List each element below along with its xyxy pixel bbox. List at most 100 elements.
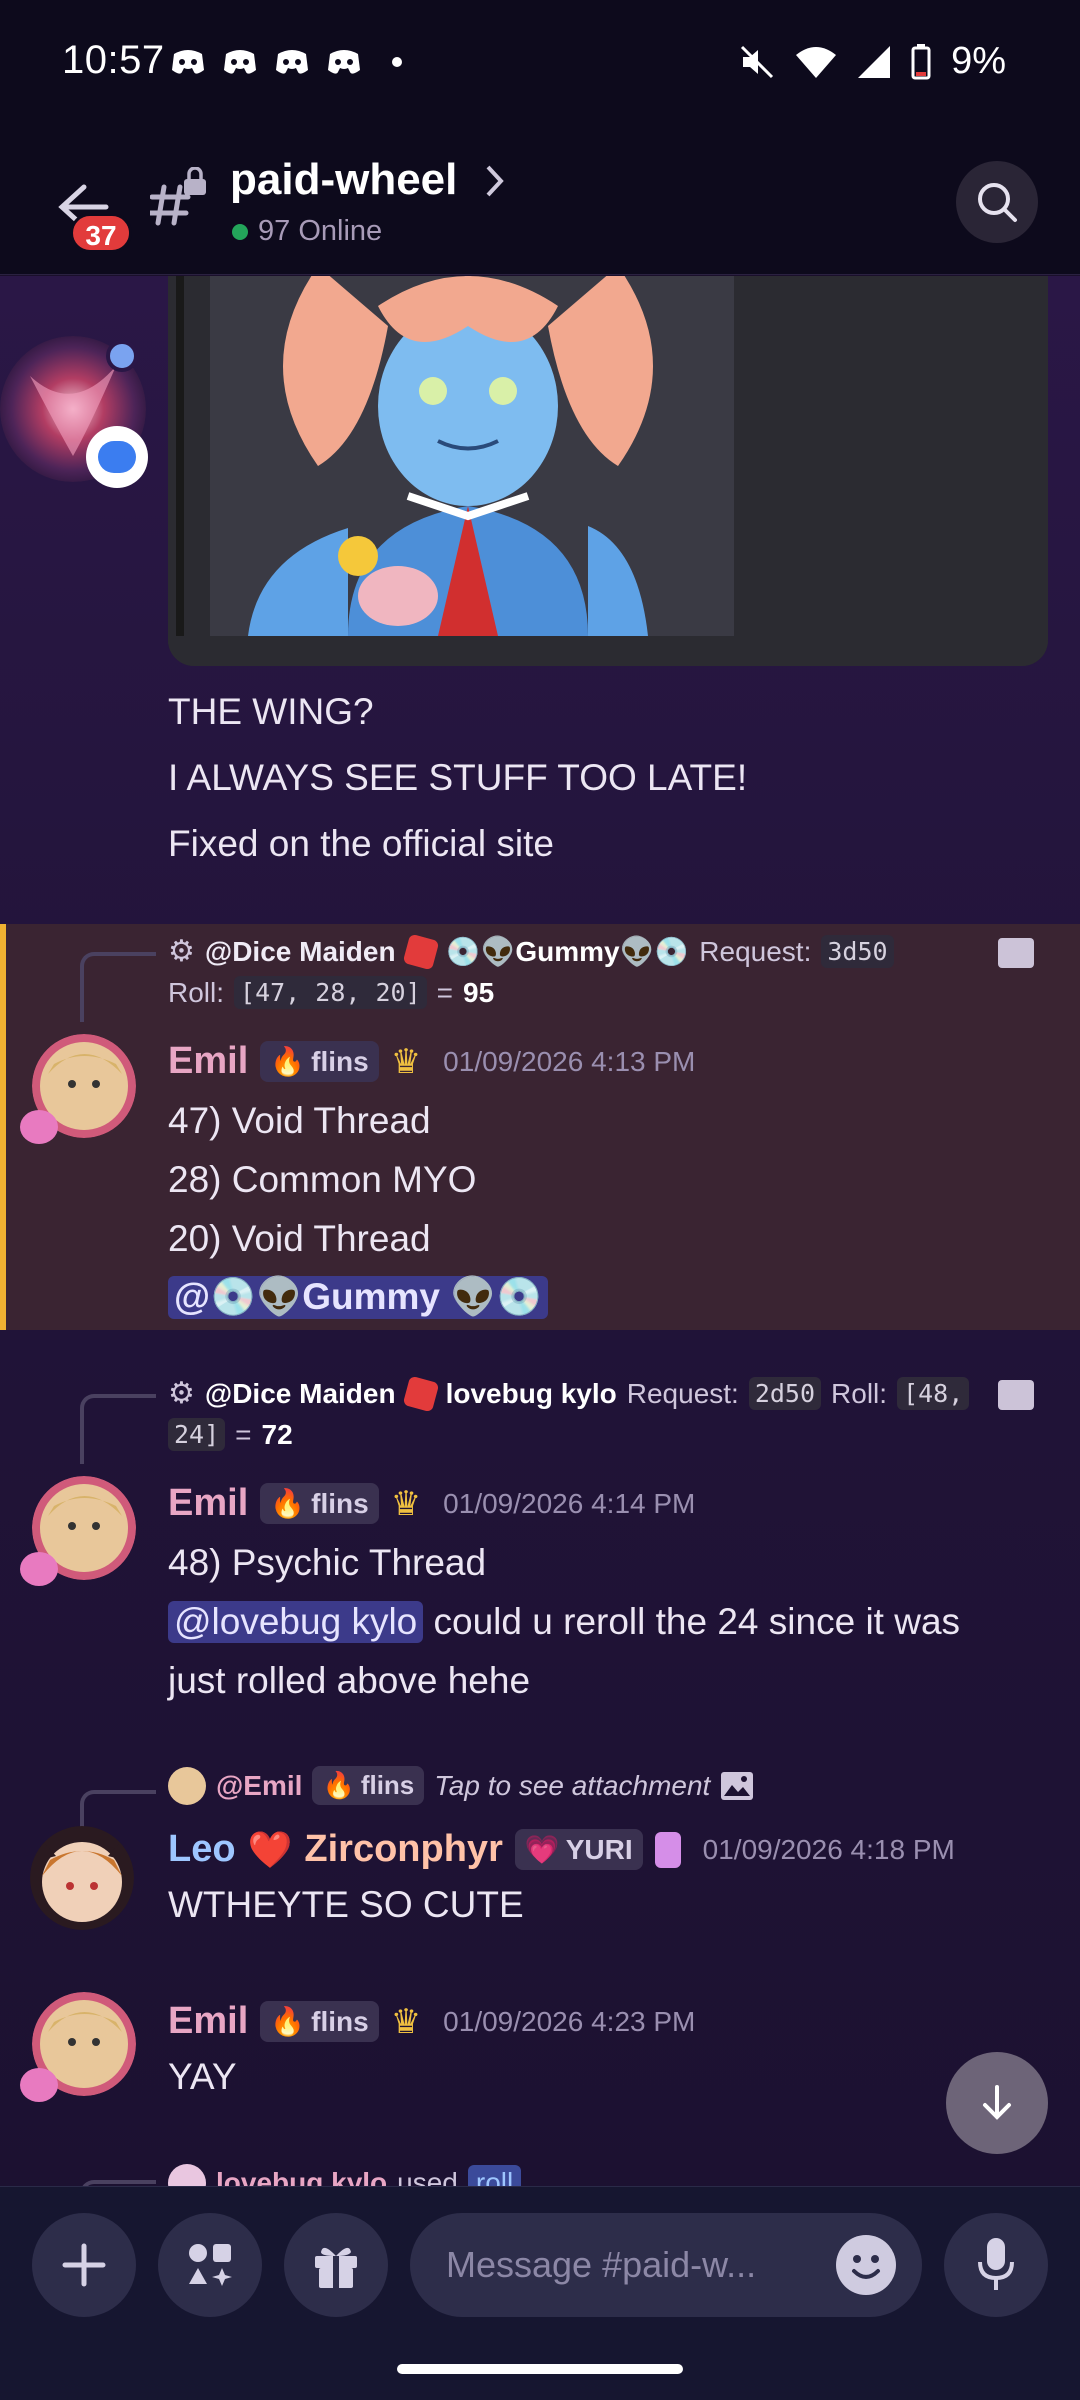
message-text: @lovebug kylo could u reroll the 24 sinc… [168,1601,960,1643]
roll-eq: = [235,1418,252,1450]
jump-to-present-button[interactable] [946,2052,1048,2154]
roll-result: Roll: [47, 28, 20] = 95 [168,976,494,1009]
message-list[interactable]: THE WING? I ALWAYS SEE STUFF TOO LATE! F… [0,276,1080,2186]
status-bar: 10:57 9% [0,0,1080,125]
voice-message-button[interactable] [944,2213,1048,2317]
server-tag[interactable]: 🔥 flins [260,1041,379,1082]
emoji-button[interactable] [836,2235,896,2295]
crown-icon: ♛ [390,1484,422,1523]
roll-code: [48, [897,1377,970,1410]
fire-icon: 🔥 [270,1488,306,1519]
reply-bot-name: @Dice Maiden [204,1377,396,1409]
server-tag: 🔥 flins [312,1766,425,1805]
reply-user-name: @Emil [216,1769,303,1801]
online-text: 97 Online [258,215,383,247]
user-mention[interactable]: @💿👽Gummy 👽💿 [168,1276,549,1319]
avatar[interactable] [30,1826,134,1930]
locked-channel-icon [150,167,206,226]
author-name[interactable]: Emil [168,1482,248,1525]
request-code: 2d50 [748,1377,822,1410]
channel-name[interactable]: paid-wheel [230,155,457,205]
chat-bubble-icon [86,426,148,488]
red-dice-icon [402,933,439,970]
search-button[interactable] [956,161,1038,243]
home-indicator[interactable] [397,2364,683,2374]
message-header: Emil 🔥 flins ♛ 01/09/2026 4:23 PM [168,2000,695,2043]
server-tag[interactable]: 🔥 flins [260,2001,379,2042]
roll-eq: = [436,976,453,1008]
crown-icon: ♛ [390,1042,422,1081]
image-attachment[interactable] [168,276,1048,666]
request-label: Request: [699,935,812,967]
author-name-part[interactable]: Leo [168,1828,236,1871]
search-icon [978,183,1017,222]
plus-icon [62,2243,106,2287]
notification-icons [170,48,402,76]
message-header: Emil 🔥 flins ♛ 01/09/2026 4:14 PM [168,1482,695,1525]
message-text: 20) Void Thread [168,1218,431,1259]
fire-icon: 🔥 [322,1770,355,1800]
red-dice-icon [402,1375,439,1412]
reply-connector [80,1790,156,1830]
author-name[interactable]: Emil [168,1040,248,1083]
timestamp: 01/09/2026 4:13 PM [443,1045,696,1077]
server-tag[interactable]: 🔥 flins [260,1483,379,1524]
author-name-part[interactable]: Zirconphyr [304,1828,502,1871]
message-text-rest: could u reroll the 24 since it was [423,1601,961,1642]
mute-icon [741,45,774,78]
leo-avatar-image [30,1826,134,1930]
online-status-dot [232,223,248,240]
tag-label: flins [311,1487,369,1519]
discord-notification-icon [224,50,256,74]
author-name[interactable]: Emil [168,2000,248,2043]
message-header: Emil 🔥 flins ♛ 01/09/2026 4:13 PM [168,1040,695,1083]
reply-bot-name: @Dice Maiden [204,935,396,967]
signal-icon [858,45,891,78]
timestamp: 01/09/2026 4:18 PM [702,1833,955,1865]
reply-preview[interactable]: @Emil 🔥 flins Tap to see attachment [168,1766,754,1805]
reply-preview[interactable]: ⚙ @Dice Maiden lovebug kylo Request: 2d5… [168,1375,970,1412]
status-time: 10:57 [62,38,165,82]
arrow-down-icon [983,2085,1011,2120]
message-text: YAY [168,2056,237,2097]
message-text: 28) Common MYO [168,1159,477,1200]
reply-preview[interactable]: ⚙ @Dice Maiden 💿👽Gummy👽💿 Request: 3d50 [168,933,894,970]
fire-icon: 🔥 [270,1046,306,1077]
request-code: 3d50 [821,935,894,968]
reply-avatar [168,2164,206,2186]
status-indicator [106,340,138,372]
apps-button[interactable] [158,2213,262,2317]
message: Emil 🔥 flins ♛ 01/09/2026 4:23 PM YAY [0,1992,1080,2122]
message-text: Fixed on the official site [168,823,554,864]
chevron-right-icon[interactable] [484,163,506,199]
slash-command-icon [998,1380,1034,1410]
server-tag[interactable]: 💗 YURI [514,1829,643,1870]
roll-total: 95 [463,976,495,1008]
roll-code: 24] [168,1418,226,1451]
heart-icon: ❤️ [247,1828,293,1870]
message-text: just rolled above hehe [168,1660,531,1701]
used-label: used [397,2167,458,2186]
user-mention[interactable]: @lovebug kylo [168,1601,424,1643]
gift-button[interactable] [284,2213,388,2317]
slash-command-icon [998,938,1034,968]
snail-icon [20,2068,58,2102]
discord-notification-icon [276,50,308,74]
message: lovebug kylo used roll [0,2156,1080,2186]
reply-user-name: lovebug kylo [216,2167,388,2186]
gem-icon [654,1831,681,1868]
snail-icon [20,1552,58,1586]
tag-label: flins [360,1770,415,1800]
heart-tag-icon: 💗 [524,1834,560,1865]
smiley-icon [838,2237,894,2293]
attachment-note: Tap to see attachment [434,1769,711,1801]
reply-avatar [168,1766,206,1805]
add-attachment-button[interactable] [32,2213,136,2317]
roll-label: Roll: [168,976,225,1008]
request-label: Request: [626,1377,739,1409]
channel-header: 37 paid-wheel 97 Online [0,125,1080,275]
roll-total: 72 [261,1418,293,1450]
character-artwork-image [168,276,1048,666]
command-usage[interactable]: lovebug kylo used roll [168,2164,522,2186]
crown-icon: ♛ [390,2002,422,2041]
